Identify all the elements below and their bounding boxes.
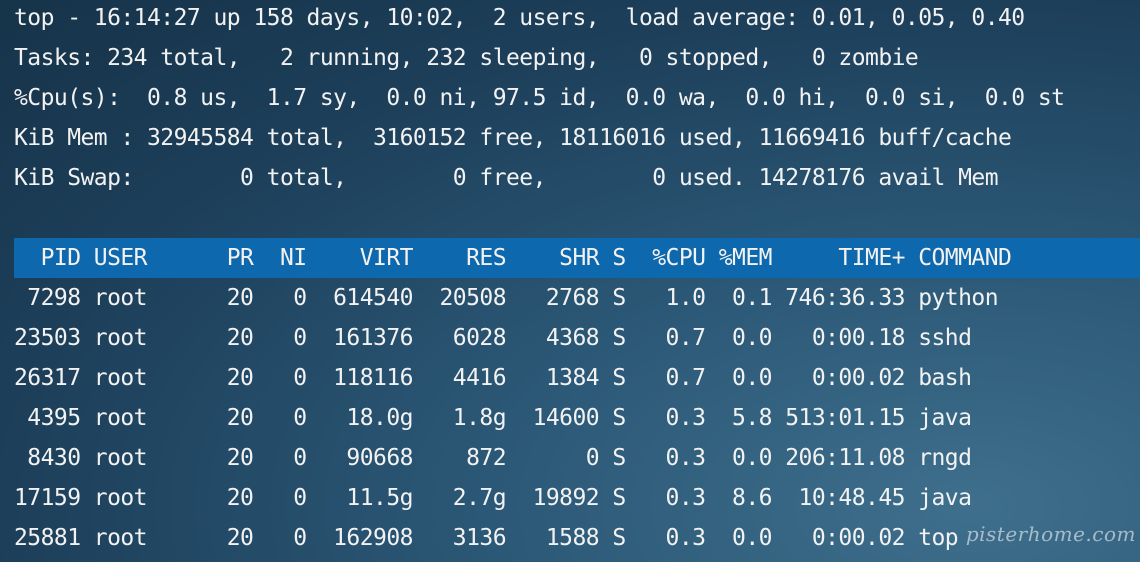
process-row: 23503 root 20 0 161376 6028 4368 S 0.7 0…	[14, 325, 972, 351]
process-row: 25881 root 20 0 162908 3136 1588 S 0.3 0…	[14, 525, 959, 551]
process-row: 4395 root 20 0 18.0g 1.8g 14600 S 0.3 5.…	[14, 405, 972, 431]
summary-mem-line: KiB Mem : 32945584 total, 3160152 free, …	[14, 125, 1012, 151]
watermark: pisterhome.com	[965, 522, 1136, 546]
summary-uptime-line: top - 16:14:27 up 158 days, 10:02, 2 use…	[14, 5, 1025, 31]
process-row: 17159 root 20 0 11.5g 2.7g 19892 S 0.3 8…	[14, 485, 972, 511]
summary-swap-line: KiB Swap: 0 total, 0 free, 0 used. 14278…	[14, 165, 999, 191]
terminal-window: top - 16:14:27 up 158 days, 10:02, 2 use…	[0, 0, 1140, 562]
summary-tasks-line: Tasks: 234 total, 2 running, 232 sleepin…	[14, 45, 919, 71]
process-row: 8430 root 20 0 90668 872 0 S 0.3 0.0 206…	[14, 445, 972, 471]
process-table-header-text: PID USER PR NI VIRT RES SHR S %CPU %MEM …	[14, 245, 1012, 271]
summary-cpu-line: %Cpu(s): 0.8 us, 1.7 sy, 0.0 ni, 97.5 id…	[14, 85, 1065, 111]
process-row: 26317 root 20 0 118116 4416 1384 S 0.7 0…	[14, 365, 972, 391]
process-table-header: PID USER PR NI VIRT RES SHR S %CPU %MEM …	[14, 238, 1140, 278]
process-row: 7298 root 20 0 614540 20508 2768 S 1.0 0…	[14, 285, 998, 311]
